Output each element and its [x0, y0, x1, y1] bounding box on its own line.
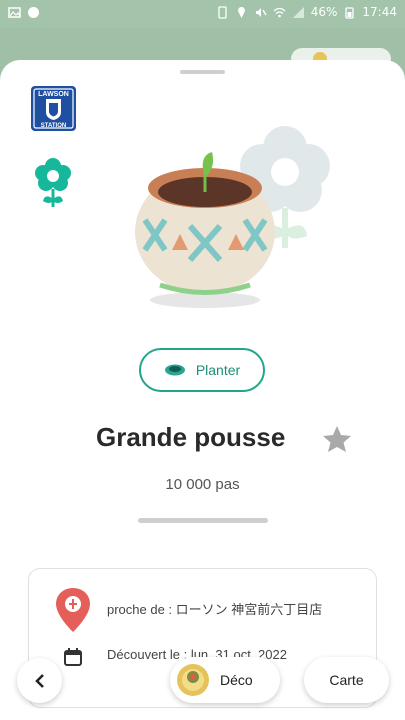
decoration-button-label: Déco: [220, 672, 253, 688]
plant-button-label: Planter: [195, 362, 241, 378]
chat-icon: [28, 7, 39, 18]
decoration-icon: [177, 664, 209, 696]
map-button[interactable]: Carte: [304, 657, 389, 703]
chevron-left-icon: [34, 673, 44, 688]
gallery-icon: [8, 7, 21, 18]
back-button[interactable]: [17, 658, 62, 703]
nearby-location-text: proche de : ローソン 神宮前六丁目店: [107, 602, 323, 617]
decoration-button[interactable]: Déco: [170, 657, 280, 703]
step-count: 10 000 pas: [165, 476, 240, 493]
signal-icon: [292, 6, 304, 18]
lawson-station-logo: LAWSON STATION: [31, 86, 76, 131]
sim-icon: [218, 5, 227, 19]
sprout-pot-illustration: [135, 152, 275, 308]
calendar-icon: [64, 648, 82, 666]
item-detail-sheet: LAWSON STATION Planter Grande pousse 10 …: [0, 60, 405, 720]
status-bar: 46% 17:44: [0, 0, 405, 28]
item-title: Grande pousse: [96, 422, 286, 452]
sheet-drag-handle[interactable]: [180, 70, 225, 74]
map-pin-icon: [56, 588, 90, 632]
location-icon: [237, 6, 245, 18]
flower-category-icon: [35, 158, 71, 207]
battery-percent: 46%: [310, 5, 338, 19]
mute-icon: [255, 7, 267, 17]
svg-text:LAWSON: LAWSON: [38, 91, 69, 98]
battery-icon: [345, 6, 355, 19]
favorite-star-icon[interactable]: [322, 425, 352, 453]
clock: 17:44: [362, 5, 397, 19]
plant-button[interactable]: Planter: [139, 348, 265, 392]
plant-pot-icon: [164, 364, 185, 376]
wifi-icon: [273, 7, 286, 17]
step-progress-bar: [138, 518, 268, 523]
svg-text:STATION: STATION: [41, 123, 66, 129]
map-button-label: Carte: [329, 672, 364, 688]
